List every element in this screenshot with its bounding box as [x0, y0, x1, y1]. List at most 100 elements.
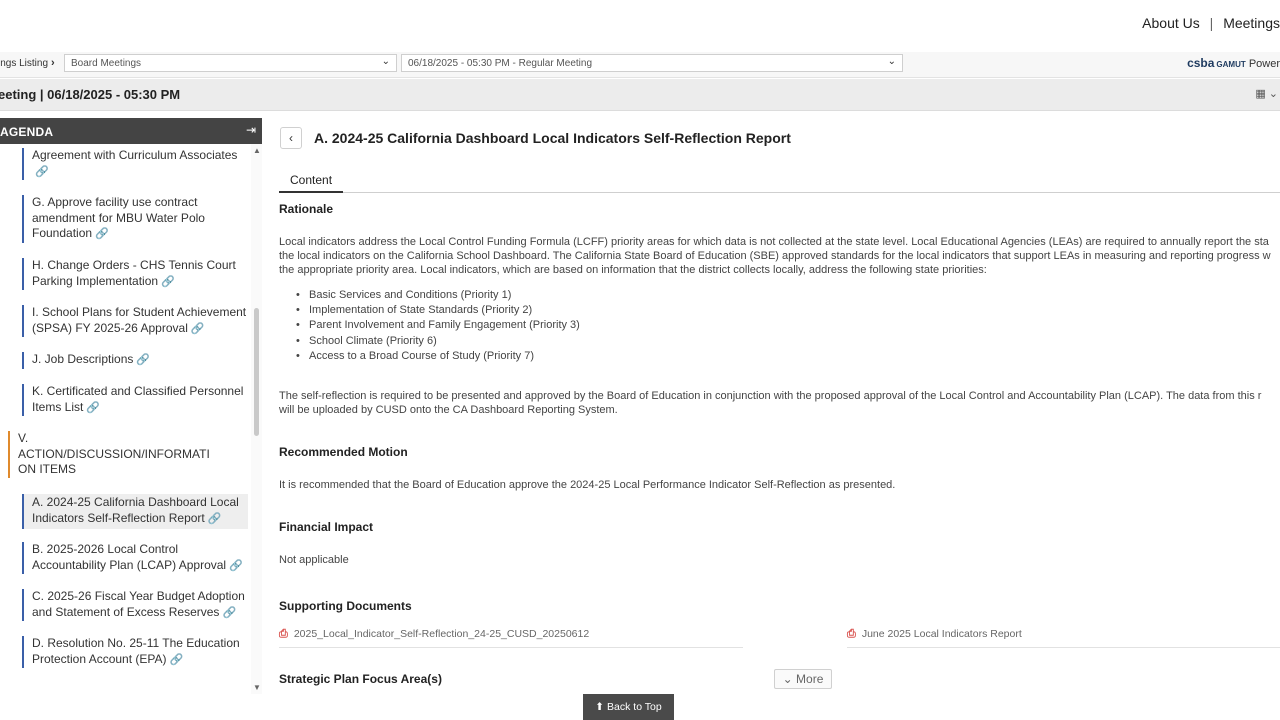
- agenda-item-label: K. Certificated and Classified Personnel…: [32, 384, 244, 414]
- document-link[interactable]: ⎙ June 2025 Local Indicators Report: [847, 628, 1280, 648]
- breadcrumb-bar: ings Listing › Board Meetings ⌄ 06/18/202…: [0, 52, 1280, 78]
- priority-item: Access to a Broad Course of Study (Prior…: [296, 349, 580, 364]
- documents-heading: Supporting Documents: [279, 599, 412, 613]
- attachment-icon: 🔗: [229, 559, 243, 572]
- agenda-section[interactable]: V. ACTION/DISCUSSION/INFORMATI ON ITEMS: [8, 431, 222, 478]
- motion-heading: Recommended Motion: [279, 445, 408, 459]
- priority-item: Basic Services and Conditions (Priority …: [296, 288, 580, 303]
- more-button[interactable]: ⌄ More: [774, 669, 832, 689]
- agenda-sidebar: AGENDA ⇥ Agreement with Curriculum Assoc…: [0, 118, 264, 694]
- attachment-icon: 🔗: [35, 165, 49, 178]
- financial-heading: Financial Impact: [279, 520, 374, 534]
- agenda-item-label: J. Job Descriptions: [32, 352, 134, 366]
- agenda-item[interactable]: K. Certificated and Classified Personnel…: [22, 384, 248, 416]
- tab-content[interactable]: Content: [279, 168, 344, 193]
- back-to-top-label: Back to Top: [607, 701, 662, 713]
- agenda-item[interactable]: C. 2025-26 Fiscal Year Budget Adoption a…: [22, 589, 248, 621]
- collapse-sidebar-icon[interactable]: ⇥: [246, 123, 256, 137]
- back-to-top-button[interactable]: ⬆ Back to Top: [583, 694, 674, 720]
- agenda-item-label: B. 2025-2026 Local Control Accountabilit…: [32, 542, 227, 572]
- category-select-value: Board Meetings: [71, 58, 142, 69]
- brand-logo: csba GAMUT Power: [1187, 56, 1280, 70]
- rationale-line: the appropriate priority area. Local ind…: [279, 264, 987, 276]
- agenda-item[interactable]: Agreement with Curriculum Associates 🔗: [22, 148, 248, 180]
- document-name: 2025_Local_Indicator_Self-Reflection_24-…: [293, 628, 590, 640]
- powered-text: Power: [1248, 58, 1280, 70]
- chevron-down-icon: ⌄: [1268, 88, 1278, 100]
- scroll-down-icon[interactable]: ▼: [253, 683, 261, 692]
- rationale-line: The self-reflection is required to be pr…: [279, 390, 1262, 402]
- agenda-heading: AGENDA: [0, 125, 54, 139]
- agenda-item[interactable]: H. Change Orders - CHS Tennis Court Park…: [22, 258, 248, 290]
- attachment-icon: 🔗: [161, 275, 175, 288]
- gamut-logo: GAMUT: [1216, 60, 1246, 69]
- agenda-item[interactable]: I. School Plans for Student Achievement …: [22, 305, 248, 337]
- chevron-right-icon: ›: [51, 57, 55, 69]
- agenda-item[interactable]: D. Resolution No. 25-11 The Education Pr…: [22, 636, 248, 668]
- rationale-line: will be uploaded by CUSD onto the CA Das…: [279, 404, 618, 416]
- pdf-icon: ⎙: [847, 628, 856, 640]
- scroll-up-icon[interactable]: ▲: [253, 146, 261, 155]
- attachment-icon: 🔗: [86, 401, 101, 414]
- agenda-item-label: D. Resolution No. 25-11 The Education Pr…: [32, 636, 240, 666]
- agenda-item[interactable]: G. Approve facility use contract amendme…: [22, 195, 248, 243]
- agenda-item[interactable]: J. Job Descriptions 🔗: [22, 352, 248, 369]
- meetings-link[interactable]: Meetings: [1223, 15, 1280, 31]
- meeting-title: eeting | 06/18/2025 - 05:30 PM: [0, 87, 181, 102]
- priority-list: Basic Services and Conditions (Priority …: [296, 288, 580, 364]
- priority-item: Parent Involvement and Family Engagement…: [296, 318, 580, 333]
- document-link[interactable]: ⎙ 2025_Local_Indicator_Self-Reflection_24…: [279, 628, 743, 648]
- item-title: A. 2024-25 California Dashboard Local In…: [314, 130, 791, 146]
- print-menu[interactable]: ▦ ⌄: [1255, 87, 1278, 100]
- agenda-section-label: V. ACTION/DISCUSSION/INFORMATI ON ITEMS: [18, 431, 210, 476]
- rationale-line: Local indicators address the Local Contr…: [279, 236, 1269, 248]
- meeting-title-bar: eeting | 06/18/2025 - 05:30 PM ▦ ⌄: [0, 79, 1280, 111]
- meetings-listing-link[interactable]: ings Listing ›: [0, 57, 55, 69]
- agenda-list: Agreement with Curriculum Associates 🔗 G.…: [0, 144, 250, 694]
- agenda-item-active[interactable]: A. 2024-25 California Dashboard Local In…: [22, 494, 248, 529]
- strategic-heading: Strategic Plan Focus Area(s): [279, 672, 442, 686]
- csba-logo: csba: [1187, 56, 1215, 70]
- sidebar-scrollbar[interactable]: ▲ ▼: [251, 144, 262, 694]
- scrollbar-thumb[interactable]: [254, 308, 259, 436]
- about-us-link[interactable]: About Us: [1142, 15, 1200, 31]
- item-detail-panel: ‹ A. 2024-25 California Dashboard Local …: [270, 118, 1280, 694]
- meeting-category-select[interactable]: Board Meetings ⌄: [64, 54, 397, 72]
- rationale-heading: Rationale: [279, 202, 334, 216]
- pdf-icon: ⎙: [279, 628, 288, 640]
- motion-text: It is recommended that the Board of Educ…: [279, 479, 896, 491]
- attachment-icon: 🔗: [169, 653, 184, 666]
- attachment-icon: 🔗: [190, 322, 205, 335]
- arrow-up-icon: ⬆: [595, 701, 605, 713]
- back-button[interactable]: ‹: [280, 127, 302, 149]
- attachment-icon: 🔗: [95, 228, 109, 240]
- top-links: About Us | Meetings: [1142, 15, 1280, 31]
- breadcrumb-listing-label: ings Listing: [0, 58, 49, 69]
- chevron-left-icon: ‹: [289, 131, 293, 145]
- agenda-item-label: H. Change Orders - CHS Tennis Court Park…: [32, 258, 236, 288]
- more-label: More: [796, 672, 824, 686]
- priority-item: Implementation of State Standards (Prior…: [296, 303, 580, 318]
- meeting-date-select[interactable]: 06/18/2025 - 05:30 PM - Regular Meeting …: [401, 54, 903, 72]
- document-name: June 2025 Local Indicators Report: [861, 628, 1022, 640]
- chevron-down-icon: ⌄: [782, 672, 793, 686]
- chevron-down-icon: ⌄: [887, 56, 896, 67]
- meeting-select-value: 06/18/2025 - 05:30 PM - Regular Meeting: [408, 58, 592, 69]
- tab-bar: Content: [279, 168, 1280, 193]
- priority-item: School Climate (Priority 6): [296, 334, 580, 349]
- agenda-header: AGENDA ⇥: [0, 118, 262, 144]
- printer-icon: ▦: [1255, 88, 1266, 100]
- agenda-item-label: C. 2025-26 Fiscal Year Budget Adoption a…: [32, 589, 245, 619]
- attachment-icon: 🔗: [136, 354, 151, 366]
- agenda-item-label: Agreement with Curriculum Associates: [32, 148, 238, 162]
- agenda-item-label: G. Approve facility use contract amendme…: [32, 195, 205, 240]
- agenda-item-label: I. School Plans for Student Achievement …: [32, 305, 247, 335]
- attachment-icon: 🔗: [222, 606, 237, 619]
- attachment-icon: 🔗: [207, 512, 222, 525]
- nav-separator: |: [1209, 15, 1214, 31]
- rationale-line: the local indicators on the California S…: [279, 250, 1271, 262]
- financial-text: Not applicable: [279, 554, 349, 566]
- chevron-down-icon: ⌄: [381, 56, 390, 67]
- agenda-item[interactable]: B. 2025-2026 Local Control Accountabilit…: [22, 542, 248, 574]
- top-navigation: About Us | Meetings: [0, 0, 1280, 52]
